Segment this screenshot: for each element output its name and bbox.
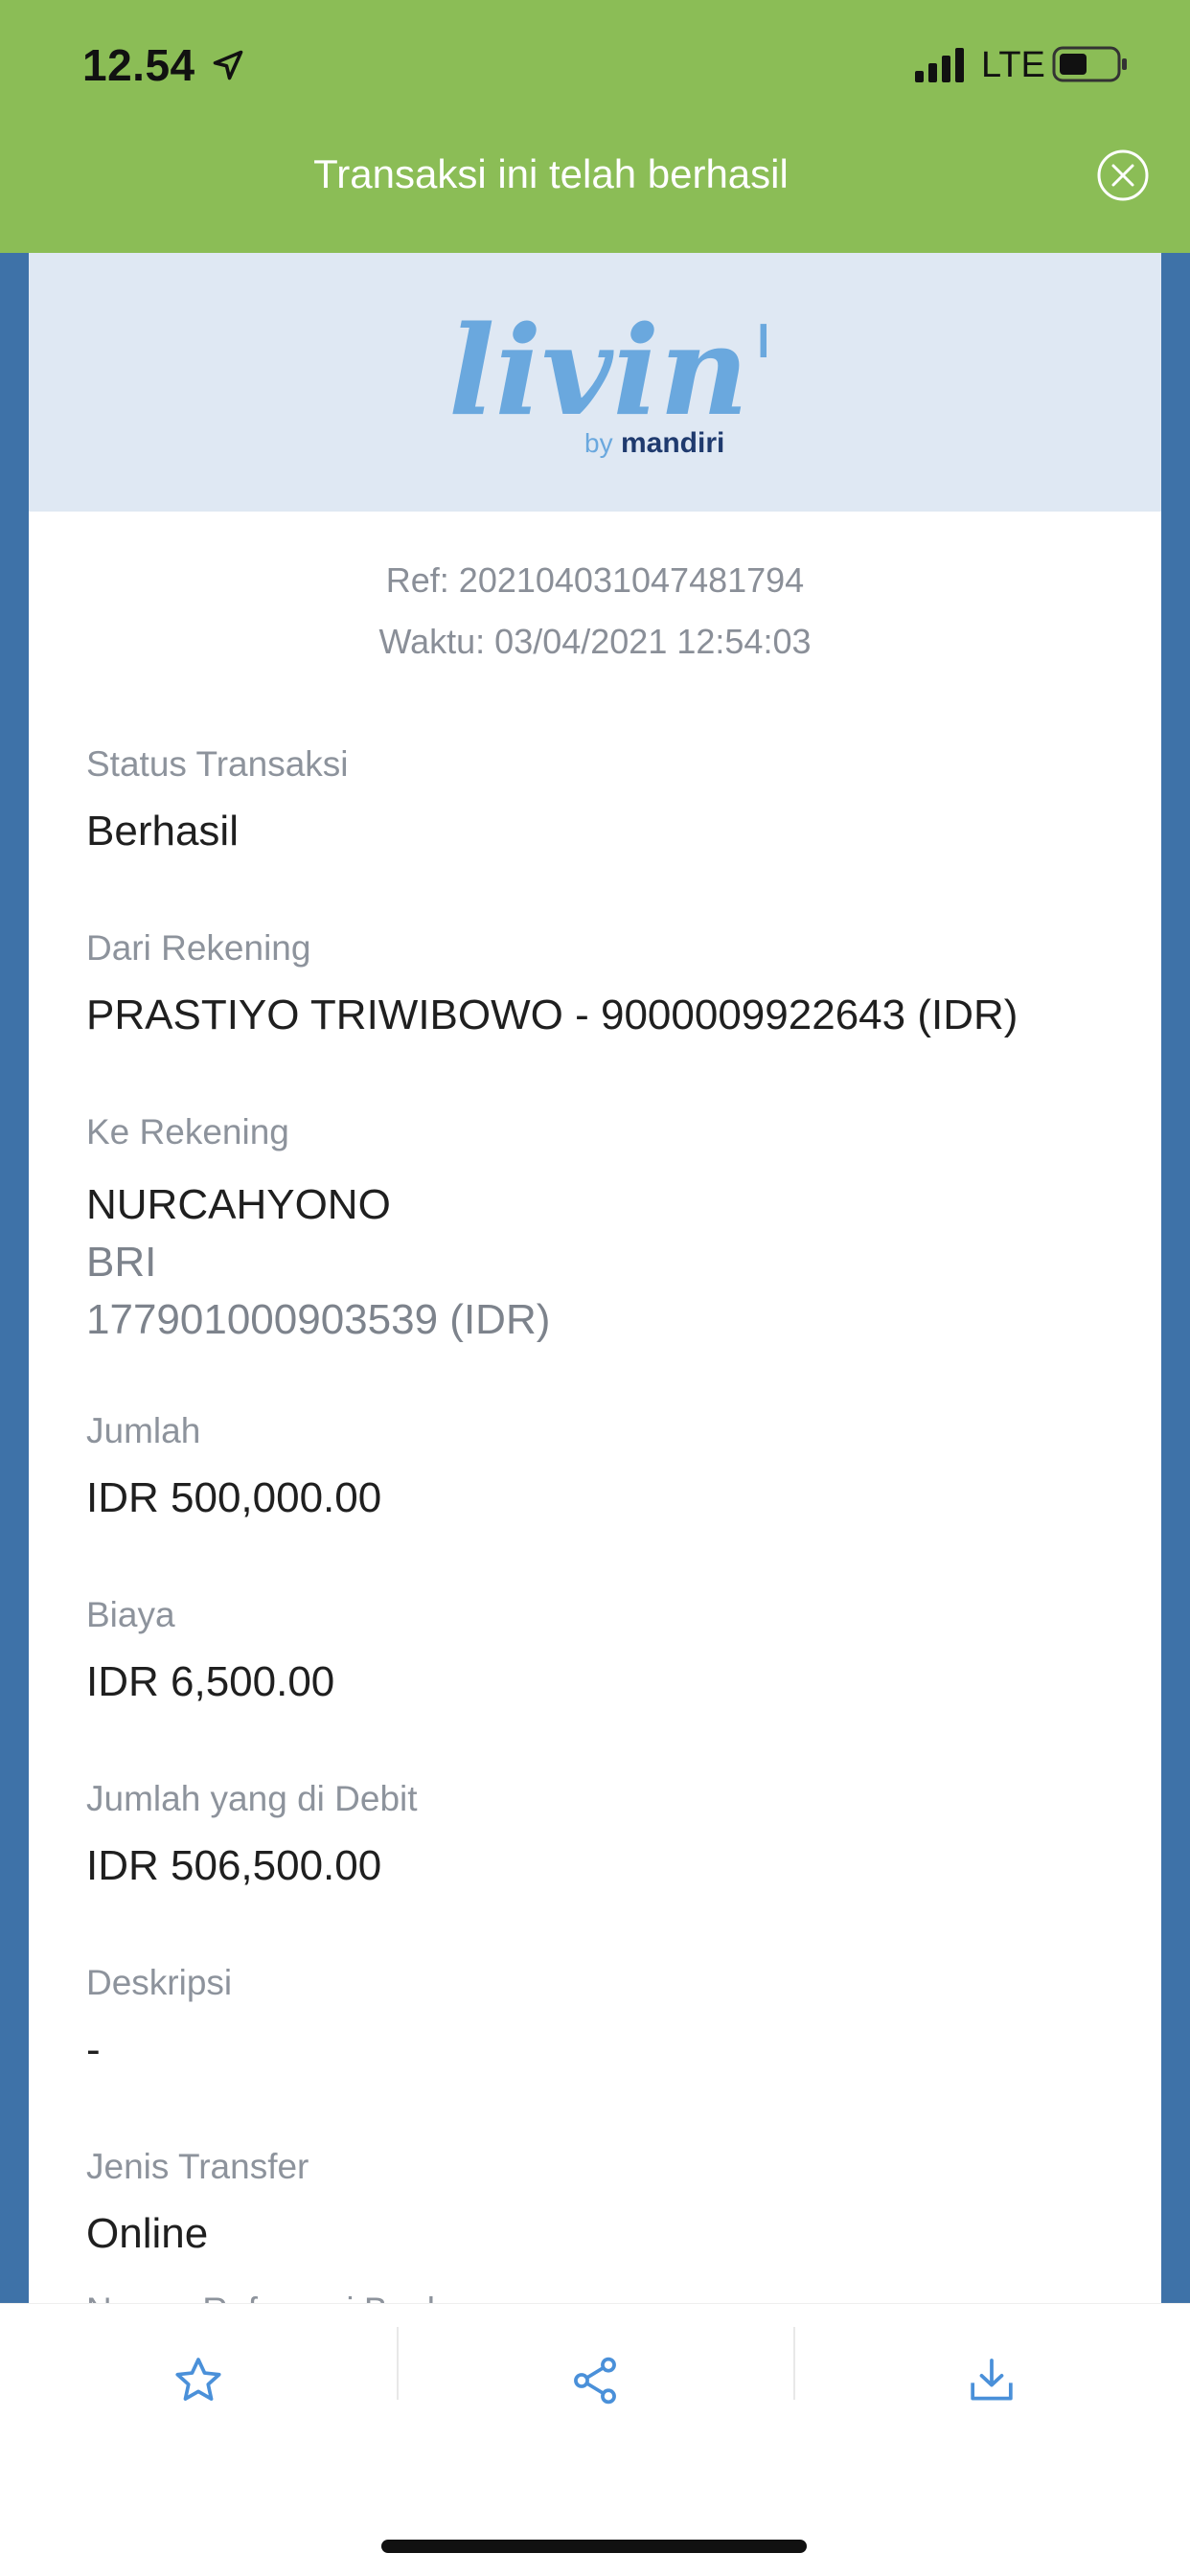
- source-account-value: PRASTIYO TRIWIBOWO - 9000009922643 (IDR): [86, 992, 1018, 1038]
- destination-bank: BRI: [86, 1239, 157, 1286]
- destination-account-name: NURCAHYONO: [86, 1181, 391, 1228]
- description-value: -: [86, 2026, 101, 2073]
- status-bar-time: 12.54: [82, 40, 195, 90]
- home-indicator: [381, 2540, 807, 2553]
- fee-label: Biaya: [86, 1595, 175, 1634]
- svg-text:mandiri: mandiri: [621, 427, 724, 459]
- cellular-signal-icon: [915, 48, 964, 82]
- close-icon[interactable]: [1096, 148, 1150, 202]
- debit-amount-label: Jumlah yang di Debit: [86, 1779, 418, 1818]
- destination-account-number: 177901000903539 (IDR): [86, 1296, 551, 1343]
- fee-value: IDR 6,500.00: [86, 1658, 335, 1705]
- svg-text:by: by: [584, 428, 613, 458]
- logo-banner: livin' by mandiri: [29, 253, 1161, 512]
- location-arrow-icon: [213, 50, 243, 80]
- svg-text:livin': livin': [448, 300, 767, 444]
- debit-amount-value: IDR 506,500.00: [86, 1842, 382, 1889]
- share-button[interactable]: [397, 2323, 793, 2438]
- receipt-card: livin' by mandiri Ref: 2021040310474817​…: [29, 253, 1161, 2303]
- battery-icon: [1052, 46, 1127, 82]
- success-header: 12.54 LTE Transaksi ini telah berhasil: [0, 0, 1190, 253]
- right-frame-strip: [1161, 253, 1190, 2303]
- amount-label: Jumlah: [86, 1411, 201, 1450]
- transfer-type-label: Jenis Transfer: [86, 2147, 309, 2186]
- status-value: Berhasil: [86, 808, 239, 855]
- status-label: Status Transaksi: [86, 744, 349, 784]
- transaction-time: Waktu: 03/04/2021 12:54:03: [378, 622, 812, 661]
- destination-account-label: Ke Rekening: [86, 1112, 289, 1151]
- favorite-button[interactable]: [0, 2323, 397, 2438]
- reference-number: Ref: 2021040310474817​94: [385, 560, 805, 600]
- source-account-label: Dari Rekening: [86, 928, 311, 968]
- left-frame-strip: [0, 253, 29, 2303]
- amount-value: IDR 500,000.00: [86, 1474, 382, 1521]
- star-icon: [175, 2358, 221, 2401]
- share-icon: [574, 2357, 616, 2405]
- bank-reference-label: Nomor Referensi Bank: [86, 2288, 445, 2303]
- livin-by-mandiri-logo: livin' by mandiri: [448, 300, 767, 459]
- header-title: Transaksi ini telah berhasil: [313, 151, 789, 196]
- download-button[interactable]: [793, 2323, 1190, 2438]
- download-icon: [971, 2359, 1013, 2401]
- network-type: LTE: [981, 45, 1045, 85]
- transfer-type-value: Online: [86, 2210, 209, 2257]
- description-label: Deskripsi: [86, 1963, 233, 2002]
- bottom-action-bar: [0, 2303, 1190, 2576]
